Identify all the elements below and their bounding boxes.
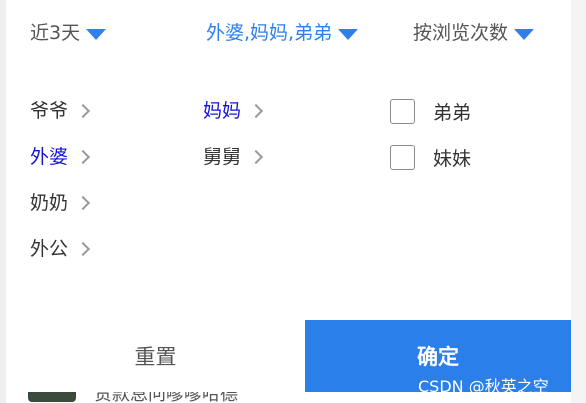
list-item-mama[interactable]: 妈妈	[203, 88, 264, 134]
chevron-right-icon	[248, 103, 264, 119]
caret-down-icon	[86, 29, 107, 40]
thumbnail-image	[28, 392, 76, 402]
relation-filter-label: 外婆,妈妈,弟弟	[206, 22, 333, 44]
list-item-label: 奶奶	[30, 192, 69, 214]
relation-column-level2: 妈妈 舅舅	[203, 88, 264, 180]
caret-down-icon	[338, 29, 359, 40]
chevron-right-icon	[75, 241, 91, 257]
chevron-right-icon	[75, 149, 91, 165]
date-range-label: 近3天	[30, 22, 81, 44]
checkbox[interactable]	[390, 98, 415, 124]
sort-filter[interactable]: 按浏览次数	[413, 18, 535, 48]
relation-column-level3: 弟弟 妹妹	[390, 88, 471, 180]
list-item-yeye[interactable]: 爷爷	[30, 88, 91, 134]
checkbox-item-didi[interactable]: 弟弟	[390, 88, 471, 134]
list-item-label: 舅舅	[203, 146, 242, 168]
list-item-waipo[interactable]: 外婆	[30, 134, 91, 180]
checkbox-item-meimei[interactable]: 妹妹	[390, 134, 471, 180]
list-item-label: 爷爷	[30, 100, 69, 122]
filter-bar: 近3天 外婆,妈妈,弟弟 按浏览次数	[6, 0, 571, 64]
reset-button[interactable]: 重置	[6, 320, 305, 392]
list-item-label: 外公	[30, 238, 69, 260]
underlying-item-text: 贷款息问嗲嗲哈德	[94, 392, 238, 403]
list-item-waigong[interactable]: 外公	[30, 226, 91, 272]
relation-column-level1: 爷爷 外婆 奶奶 外公	[30, 88, 91, 272]
date-range-filter[interactable]: 近3天	[30, 18, 107, 48]
page-edge-strip	[571, 0, 586, 403]
filter-panel: 近3天 外婆,妈妈,弟弟 按浏览次数 爷爷 外婆 奶奶 外公 妈妈 舅舅 弟弟 …	[6, 0, 571, 392]
chevron-right-icon	[75, 103, 91, 119]
list-item-nainai[interactable]: 奶奶	[30, 180, 91, 226]
list-item-jiujiu[interactable]: 舅舅	[203, 134, 264, 180]
chevron-right-icon	[248, 149, 264, 165]
checkbox-label: 妹妹	[433, 147, 472, 170]
watermark: CSDN @秋英之空	[418, 377, 549, 396]
caret-down-icon	[514, 29, 535, 40]
chevron-right-icon	[75, 195, 91, 211]
sort-filter-label: 按浏览次数	[413, 22, 509, 44]
list-item-label: 外婆	[30, 146, 69, 168]
relation-filter[interactable]: 外婆,妈妈,弟弟	[206, 18, 359, 48]
list-item-label: 妈妈	[203, 100, 242, 122]
checkbox[interactable]	[390, 144, 415, 170]
checkbox-label: 弟弟	[433, 101, 472, 124]
